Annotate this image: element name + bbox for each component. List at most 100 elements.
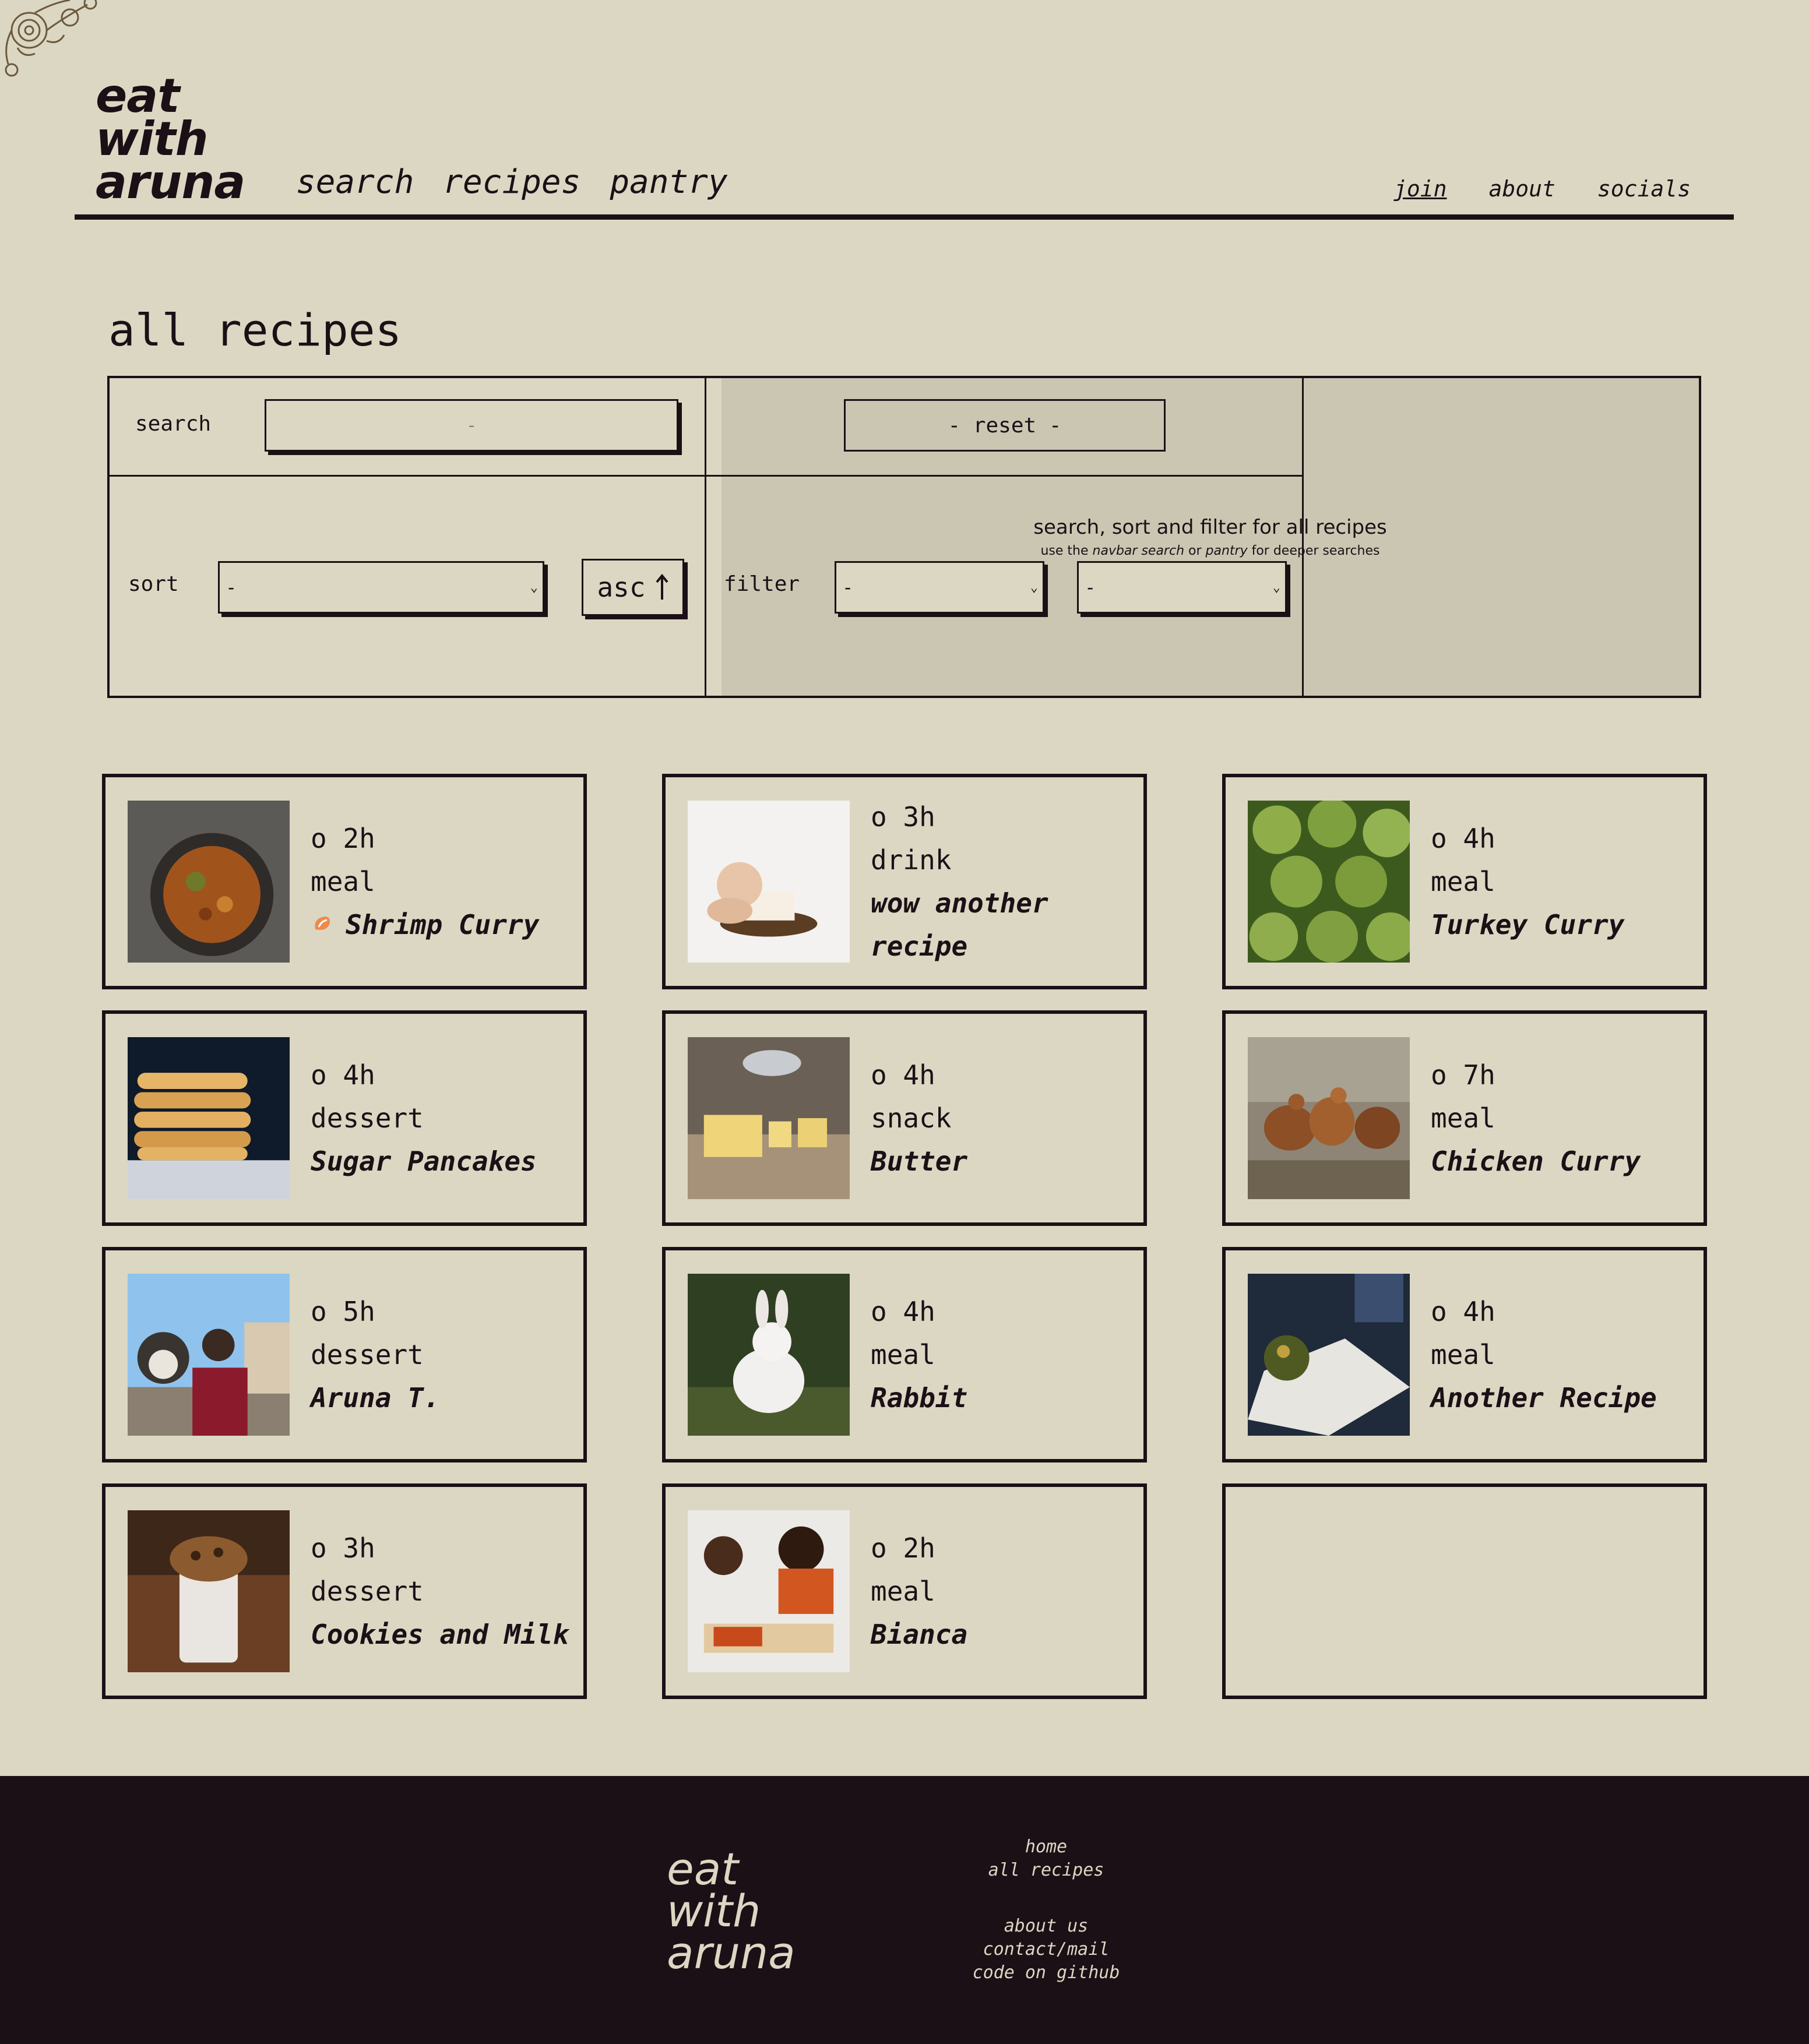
- recipe-name: wow another recipe: [871, 887, 1048, 962]
- recipe-meta: o 5h dessert Aruna T.: [311, 1250, 440, 1459]
- recipe-thumbnail: [128, 1037, 290, 1199]
- search-label: search: [135, 412, 212, 436]
- recipe-time: o 4h: [311, 1059, 375, 1091]
- recipe-card[interactable]: o 2h meal Shrimp Curry: [102, 774, 587, 989]
- nav-recipes[interactable]: recipes: [443, 163, 580, 201]
- recipe-meta: o 4h meal Turkey Curry: [1431, 777, 1624, 986]
- recipe-meta: o 4h dessert Sugar Pancakes: [311, 1014, 537, 1222]
- sort-select[interactable]: - ⌄: [218, 561, 544, 614]
- footer-link-home[interactable]: home: [944, 1835, 1148, 1859]
- nav-pantry[interactable]: pantry: [610, 163, 727, 201]
- recipe-category: meal: [871, 1576, 935, 1607]
- logo-word: with: [96, 112, 209, 166]
- recipe-card[interactable]: o 2h meal Bianca: [662, 1483, 1147, 1699]
- main-nav: search recipes pantry: [296, 163, 728, 201]
- recipe-card[interactable]: o 5h dessert Aruna T.: [102, 1247, 587, 1462]
- recipe-meta: o 2h meal Shrimp Curry: [311, 777, 539, 986]
- search-input[interactable]: -: [265, 399, 678, 452]
- empty-card: [1222, 1483, 1707, 1699]
- reset-button[interactable]: - reset -: [844, 399, 1166, 452]
- footer-logo-word: eat: [667, 1843, 739, 1895]
- recipe-category: dessert: [311, 1102, 424, 1134]
- chevron-down-icon: ⌄: [1272, 580, 1280, 595]
- recipe-thumbnail: [128, 1274, 290, 1436]
- sort-order-button[interactable]: asc: [582, 559, 684, 616]
- recipe-thumbnail: [688, 1510, 850, 1672]
- recipe-name: Cookies and Milk: [311, 1619, 569, 1650]
- nav-about[interactable]: about: [1488, 176, 1555, 202]
- recipe-card[interactable]: o 4h meal Rabbit: [662, 1247, 1147, 1462]
- filter-label: filter: [724, 572, 800, 596]
- recipe-time: o 2h: [311, 823, 375, 854]
- nav-search[interactable]: search: [296, 163, 414, 201]
- filter-select-1-value: -: [842, 576, 854, 598]
- recipe-category: dessert: [311, 1339, 424, 1370]
- recipe-card[interactable]: o 4h meal Another Recipe: [1222, 1247, 1707, 1462]
- recipe-name: Bianca: [871, 1619, 968, 1650]
- recipe-thumbnail: [1248, 1274, 1410, 1436]
- info-sub-part: for deeper searches: [1247, 544, 1380, 558]
- recipe-thumbnail: [688, 1037, 850, 1199]
- recipe-category: meal: [871, 1339, 935, 1370]
- recipe-time: o 4h: [1431, 1296, 1495, 1327]
- recipe-card[interactable]: o 3h dessert Cookies and Milk: [102, 1483, 587, 1699]
- recipe-thumbnail: [128, 801, 290, 963]
- recipe-category: meal: [311, 866, 375, 897]
- recipe-name: Butter: [871, 1146, 968, 1177]
- recipe-card[interactable]: o 4h meal Turkey Curry: [1222, 774, 1707, 989]
- recipe-meta: o 7h meal Chicken Curry: [1431, 1014, 1641, 1222]
- panel-divider: [1302, 378, 1304, 696]
- recipe-category: drink: [871, 844, 952, 876]
- recipe-category: snack: [871, 1102, 952, 1134]
- recipe-category: meal: [1431, 1339, 1495, 1370]
- site-footer: eat with aruna home all recipes about us…: [0, 1776, 1809, 2044]
- recipe-meta: o 4h meal Another Recipe: [1431, 1250, 1657, 1459]
- info-sub-part: use the: [1040, 544, 1093, 558]
- recipe-card[interactable]: o 7h meal Chicken Curry: [1222, 1010, 1707, 1226]
- recipe-card[interactable]: o 4h dessert Sugar Pancakes: [102, 1010, 587, 1226]
- sort-select-value: -: [226, 576, 237, 598]
- footer-link-all-recipes[interactable]: all recipes: [944, 1859, 1148, 1882]
- recipe-thumbnail: [1248, 801, 1410, 963]
- logo-word: aruna: [96, 155, 245, 209]
- nav-socials[interactable]: socials: [1597, 176, 1691, 202]
- recipe-meta: o 3h drink wow another recipe: [871, 777, 1069, 986]
- footer-link-contact[interactable]: contact/mail: [944, 1938, 1148, 1961]
- footer-logo-word: aruna: [667, 1927, 796, 1979]
- recipe-name: Turkey Curry: [1431, 909, 1625, 940]
- info-sub-link: pantry: [1205, 544, 1248, 558]
- recipe-meta: o 2h meal Bianca: [871, 1487, 967, 1696]
- nav-join[interactable]: join: [1393, 176, 1447, 202]
- sort-order-label: asc: [597, 572, 646, 603]
- footer-link-github[interactable]: code on github: [944, 1961, 1148, 1985]
- filter-select-2-value: -: [1085, 576, 1096, 598]
- recipe-category: dessert: [311, 1576, 424, 1607]
- chevron-down-icon: ⌄: [530, 580, 538, 595]
- recipe-thumbnail: [1248, 1037, 1410, 1199]
- recipe-card[interactable]: o 3h drink wow another recipe: [662, 774, 1147, 989]
- recipe-time: o 3h: [871, 801, 935, 833]
- filter-select-1[interactable]: - ⌄: [835, 561, 1044, 614]
- recipe-thumbnail: [688, 801, 850, 963]
- recipe-name: Sugar Pancakes: [311, 1146, 537, 1177]
- panel-divider: [110, 475, 1304, 477]
- footer-logo-word: with: [667, 1885, 761, 1937]
- secondary-nav: join about socials: [1393, 176, 1691, 202]
- recipe-category: meal: [1431, 866, 1495, 897]
- shrimp-emoji-icon: [315, 917, 330, 930]
- chevron-down-icon: ⌄: [1030, 580, 1038, 595]
- recipe-thumbnail: [128, 1510, 290, 1672]
- filter-select-2[interactable]: - ⌄: [1077, 561, 1287, 614]
- recipe-category: meal: [1431, 1102, 1495, 1134]
- recipe-time: o 4h: [871, 1059, 935, 1091]
- recipe-thumbnail: [688, 1274, 850, 1436]
- site-logo[interactable]: eat with aruna: [96, 73, 245, 209]
- recipe-time: o 4h: [1431, 823, 1495, 854]
- arrow-up-icon: [655, 574, 668, 600]
- footer-logo[interactable]: eat with aruna: [667, 1843, 796, 1979]
- footer-link-about-us[interactable]: about us: [944, 1915, 1148, 1938]
- recipe-meta: o 3h dessert Cookies and Milk: [311, 1487, 569, 1696]
- sort-label: sort: [128, 572, 179, 596]
- recipe-meta: o 4h snack Butter: [871, 1014, 967, 1222]
- recipe-card[interactable]: o 4h snack Butter: [662, 1010, 1147, 1226]
